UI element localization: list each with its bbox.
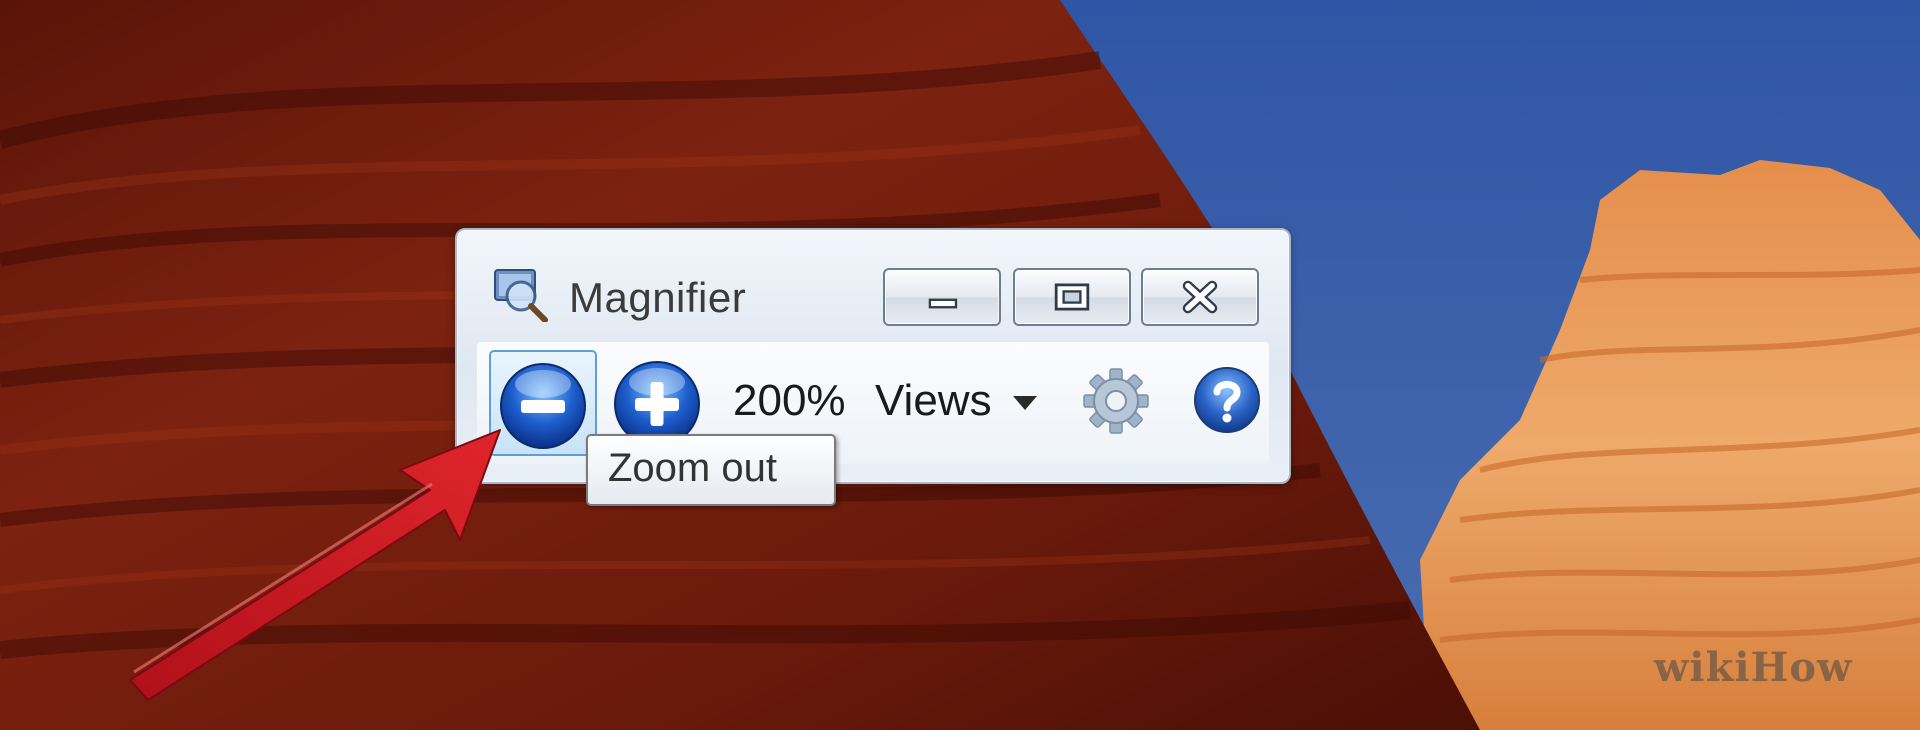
window-title: Magnifier xyxy=(569,274,747,321)
views-dropdown[interactable]: Views xyxy=(875,372,1043,432)
title-bar[interactable]: Magnifier xyxy=(457,230,1289,334)
close-icon xyxy=(1182,280,1218,314)
restore-icon xyxy=(1054,283,1090,311)
minimize-icon xyxy=(928,298,958,309)
magnifier-window: Magnifier 200% Views xyxy=(455,228,1291,484)
tooltip-text: Zoom out xyxy=(608,446,777,490)
close-button[interactable] xyxy=(1141,268,1259,326)
views-label: Views xyxy=(875,376,992,425)
zoom-out-button[interactable] xyxy=(489,350,597,456)
help-icon xyxy=(1194,367,1260,433)
gear-icon xyxy=(1083,368,1149,434)
magnifier-icon xyxy=(494,269,548,322)
help-button[interactable] xyxy=(1191,364,1263,436)
wikihow-watermark: wikiHow xyxy=(1654,644,1853,691)
minus-circle-icon xyxy=(500,363,586,449)
zoom-out-tooltip: Zoom out xyxy=(586,434,836,506)
settings-button[interactable] xyxy=(1079,364,1153,438)
minimize-button[interactable] xyxy=(883,268,1001,326)
maximize-button[interactable] xyxy=(1013,268,1131,326)
caret-down-icon xyxy=(1013,396,1037,410)
desktop-background: Magnifier 200% Views Zoom out wikiHow xyxy=(0,0,1920,730)
zoom-level: 200% xyxy=(733,376,846,425)
